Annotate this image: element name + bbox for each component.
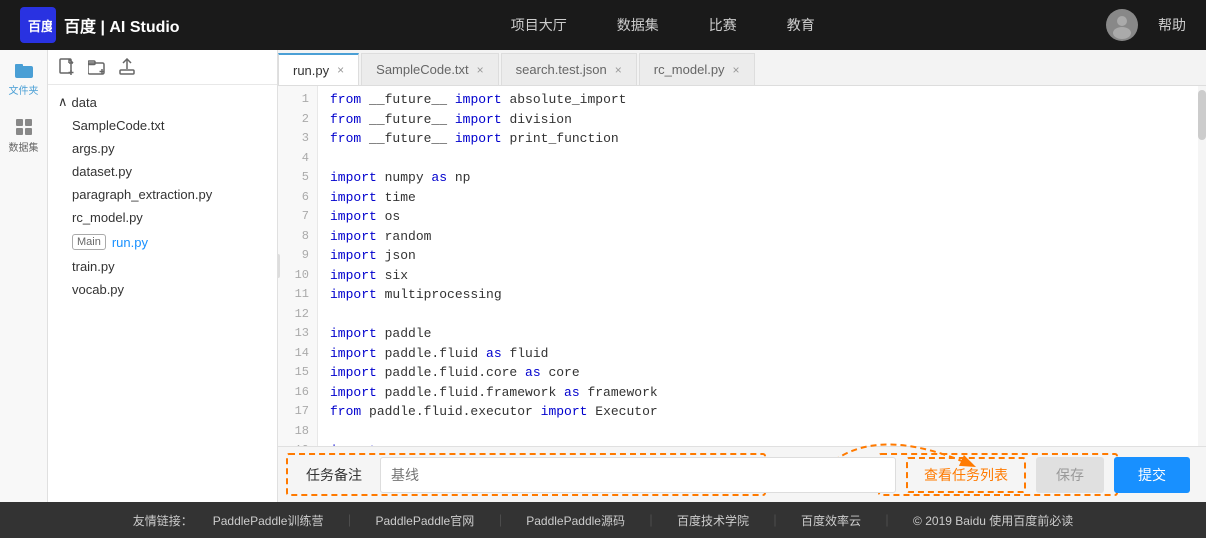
- code-line: import paddle: [330, 324, 1198, 344]
- tab-close-icon[interactable]: ×: [477, 64, 484, 76]
- code-line: import six: [330, 266, 1198, 286]
- file-item[interactable]: vocab.py: [48, 278, 277, 301]
- code-lines: from __future__ import absolute_import f…: [318, 86, 1198, 446]
- code-line: import multiprocessing: [330, 285, 1198, 305]
- sidebar-item-files[interactable]: 文件夹: [9, 60, 39, 97]
- nav-item-competition[interactable]: 比赛: [709, 15, 737, 35]
- code-line: import os: [330, 207, 1198, 227]
- code-editor[interactable]: ◂ 12345 678910 1112131415 1617181920 212…: [278, 86, 1206, 446]
- file-item[interactable]: rc_model.py: [48, 206, 277, 229]
- footer-link-baidu-efficiency[interactable]: 百度效率云: [801, 512, 861, 529]
- file-item[interactable]: paragraph_extraction.py: [48, 183, 277, 206]
- header: 百度 百度 | AI Studio 项目大厅 数据集 比赛 教育 帮助: [0, 0, 1206, 50]
- folder-data[interactable]: ∧ data: [48, 90, 277, 114]
- line-numbers: 12345 678910 1112131415 1617181920 21222…: [278, 86, 318, 446]
- footer-link-paddle-source[interactable]: PaddlePaddle源码: [526, 512, 625, 529]
- scroll-thumb: [1198, 90, 1206, 140]
- editor-area: run.py × SampleCode.txt × search.test.js…: [278, 50, 1206, 502]
- avatar[interactable]: [1106, 9, 1138, 41]
- code-line: [330, 422, 1198, 442]
- code-line: import json: [330, 246, 1198, 266]
- code-line: import random: [330, 227, 1198, 247]
- tab-close-icon[interactable]: ×: [337, 64, 344, 76]
- bottom-toolbar: 任务备注 查看任务列表 保存 提交: [278, 446, 1206, 502]
- svg-text:百度: 百度: [28, 19, 52, 34]
- code-line: from paddle.fluid.executor import Execut…: [330, 402, 1198, 422]
- code-line: import time: [330, 188, 1198, 208]
- code-line: [330, 149, 1198, 169]
- header-right: 帮助: [1106, 9, 1186, 41]
- collapse-arrow[interactable]: ◂: [278, 254, 280, 278]
- nav-item-education[interactable]: 教育: [787, 15, 815, 35]
- tab-samplecode[interactable]: SampleCode.txt ×: [361, 53, 499, 85]
- file-item[interactable]: train.py: [48, 255, 277, 278]
- file-item-main[interactable]: Main run.py: [48, 229, 277, 255]
- task-note-label: 任务备注: [294, 465, 370, 485]
- new-folder-button[interactable]: [88, 59, 106, 75]
- footer-copyright: © 2019 Baidu 使用百度前必读: [913, 512, 1073, 529]
- nav-item-dataset[interactable]: 数据集: [617, 15, 659, 35]
- main-area: 文件夹 数据集 ∧ data Sa: [0, 50, 1206, 502]
- main-badge: Main: [72, 234, 106, 250]
- help-link[interactable]: 帮助: [1158, 15, 1186, 35]
- file-item[interactable]: args.py: [48, 137, 277, 160]
- footer-prefix: 友情链接：: [133, 512, 193, 529]
- active-filename: run.py: [112, 235, 148, 250]
- tab-run-py[interactable]: run.py ×: [278, 53, 359, 85]
- footer-link-baidu-ai[interactable]: 百度技术学院: [677, 512, 749, 529]
- sidebar-icons: 文件夹 数据集: [0, 50, 48, 502]
- tab-search-json[interactable]: search.test.json ×: [501, 53, 637, 85]
- file-explorer: ∧ data SampleCode.txt args.py dataset.py…: [48, 50, 278, 502]
- save-button[interactable]: 保存: [1036, 457, 1104, 493]
- header-nav: 项目大厅 数据集 比赛 教育: [220, 15, 1106, 35]
- code-line: from __future__ import print_function: [330, 129, 1198, 149]
- code-line: import paddle.fluid.core as core: [330, 363, 1198, 383]
- folder-icon: [14, 60, 34, 80]
- submit-button[interactable]: 提交: [1114, 457, 1190, 493]
- grid-icon: [14, 117, 34, 137]
- logo: 百度 百度 | AI Studio: [20, 7, 180, 43]
- file-item[interactable]: dataset.py: [48, 160, 277, 183]
- new-file-button[interactable]: [58, 58, 76, 76]
- tab-rc-model[interactable]: rc_model.py ×: [639, 53, 755, 85]
- code-content: 12345 678910 1112131415 1617181920 21222…: [278, 86, 1206, 446]
- code-line: import paddle.fluid as fluid: [330, 344, 1198, 364]
- baidu-icon: 百度: [20, 7, 56, 43]
- files-label: 文件夹: [9, 82, 39, 97]
- footer-link-paddle-official[interactable]: PaddlePaddle官网: [375, 512, 474, 529]
- upload-button[interactable]: [118, 58, 136, 76]
- logo-text: 百度 | AI Studio: [64, 13, 180, 37]
- code-line: import numpy as np: [330, 168, 1198, 188]
- footer-link-paddle-camp[interactable]: PaddlePaddle训练营: [213, 512, 324, 529]
- vertical-scrollbar[interactable]: [1198, 86, 1206, 446]
- footer: 友情链接： PaddlePaddle训练营 ｜ PaddlePaddle官网 ｜…: [0, 502, 1206, 538]
- code-line: from __future__ import absolute_import: [330, 90, 1198, 110]
- tab-close-icon[interactable]: ×: [615, 64, 622, 76]
- chevron-down-icon: ∧: [58, 94, 68, 110]
- baseline-input[interactable]: [380, 457, 896, 493]
- file-list: ∧ data SampleCode.txt args.py dataset.py…: [48, 85, 277, 502]
- file-toolbar: [48, 50, 277, 85]
- view-tasks-button[interactable]: 查看任务列表: [906, 457, 1026, 493]
- dataset-label: 数据集: [9, 139, 39, 154]
- code-line: from __future__ import division: [330, 110, 1198, 130]
- nav-item-project[interactable]: 项目大厅: [511, 15, 567, 35]
- file-item[interactable]: SampleCode.txt: [48, 114, 277, 137]
- sidebar-item-dataset[interactable]: 数据集: [9, 117, 39, 154]
- tab-close-icon[interactable]: ×: [733, 64, 740, 76]
- code-line: import paddle.fluid.framework as framewo…: [330, 383, 1198, 403]
- code-line: [330, 305, 1198, 325]
- editor-tabs: run.py × SampleCode.txt × search.test.js…: [278, 50, 1206, 86]
